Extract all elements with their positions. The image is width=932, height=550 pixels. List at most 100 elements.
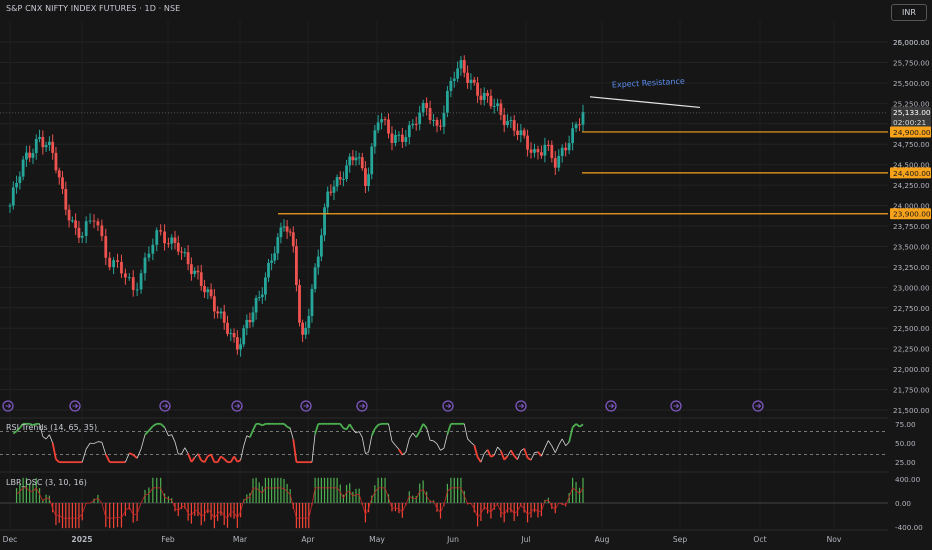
time-tick-label: Jul [520,535,530,544]
candle-body [442,112,446,127]
rsi-line [252,423,257,431]
candle-body [502,114,506,126]
candle-body [25,152,28,160]
candle-body [414,123,418,125]
last-price-label: 25,133.00 [893,108,931,117]
candle-body [18,176,22,184]
rsi-line [503,455,509,461]
time-axis[interactable]: Dec 2025 Feb Mar Apr May Jun Jul Aug Sep Oct Nov [3,535,842,544]
price-tick-label: 22,000.00 [893,365,930,374]
candle-body [564,147,568,151]
rsi-line [233,455,239,463]
rsi-line [476,456,482,463]
price-tick-label: 26,000.00 [893,38,930,47]
price-tick-label: 21,500.00 [893,406,930,415]
price-tick-label: 21,750.00 [893,386,930,395]
candle-body [267,262,270,278]
candle-body [519,130,523,136]
event-arrow [5,403,12,409]
rsi-line [422,423,428,429]
candle-body [489,95,493,107]
candle-body [301,322,304,335]
osc-tick-label: -400.00 [895,523,923,532]
candle-body [80,235,84,238]
rsi-line [55,458,60,463]
rsi-line [168,434,172,437]
price-axis[interactable]: 25,000.0025,750.0025,500.0025,250.0024,7… [888,0,932,550]
event-arrow [234,403,241,409]
rsi-line [490,454,495,458]
rsi-line [446,423,452,435]
rsi-line [104,453,111,463]
rsi-line [132,454,138,459]
candle-body [170,237,174,244]
candle-body [400,134,404,142]
candle-body [345,165,348,179]
candle-body [206,289,210,293]
candle-body [74,220,78,228]
rsi-line [388,423,393,442]
price-tick-label: 23,500.00 [893,242,930,251]
rsi-line [493,446,498,456]
rsi-tick-label: 75.00 [895,420,916,429]
candle-body [543,144,547,156]
candle-body [219,311,223,314]
rsi-line [517,450,522,460]
candle-body [15,183,18,188]
rsi-line [286,425,291,430]
time-tick-label: Feb [161,535,175,544]
rsi-line [541,447,546,457]
candle-body [180,251,183,253]
candle-body [248,319,252,323]
candle-body [298,285,301,323]
candle-body [216,311,220,314]
candle-body [31,153,35,158]
candle-body [367,174,370,186]
rsi-line [152,423,158,427]
rsi-line [93,441,99,444]
candle-body [439,125,442,127]
rsi-line [571,423,577,429]
candle-body [509,120,513,122]
candle-body [407,125,411,138]
rsi-line [148,425,154,432]
candle-body [108,257,112,268]
price-tick-label: 24,250.00 [893,181,930,190]
price-chart[interactable]: Expect Resistance 25,000.0025,750.0025,5… [0,0,932,550]
candle-body [364,168,367,186]
candle-body [472,79,476,83]
candle-body [348,156,352,166]
candle-body [147,253,151,258]
candle-body [329,191,333,193]
rsi-line [415,430,421,438]
candle-body [232,333,236,338]
rsi-line [568,427,574,443]
candle-body [226,322,229,334]
candle-body [323,207,326,236]
candle-body [104,236,108,258]
rsi-line [140,434,146,450]
candle-body [553,158,557,168]
currency-button[interactable]: INR [891,4,927,21]
candle-body [383,119,387,121]
price-tick-label: 22,750.00 [893,304,930,313]
candle-body [462,60,466,73]
rsi-line [440,447,445,451]
candle-body [222,311,226,323]
candle-body [428,108,432,120]
rsi-line [551,445,556,453]
rsi-line [408,432,414,439]
candle-body [47,141,51,146]
time-tick-label: 2025 [71,535,92,544]
annotation-label: Expect Resistance [612,77,685,90]
candle-body [394,134,397,143]
rsi-line [49,434,54,444]
rsi-line [311,433,316,463]
time-tick-label: Dec [3,535,18,544]
candle-body [276,237,280,254]
candle-body [421,102,425,113]
candle-body [496,103,499,106]
candle-body [64,188,68,210]
candle-body [167,243,170,245]
candle-body [186,252,190,265]
